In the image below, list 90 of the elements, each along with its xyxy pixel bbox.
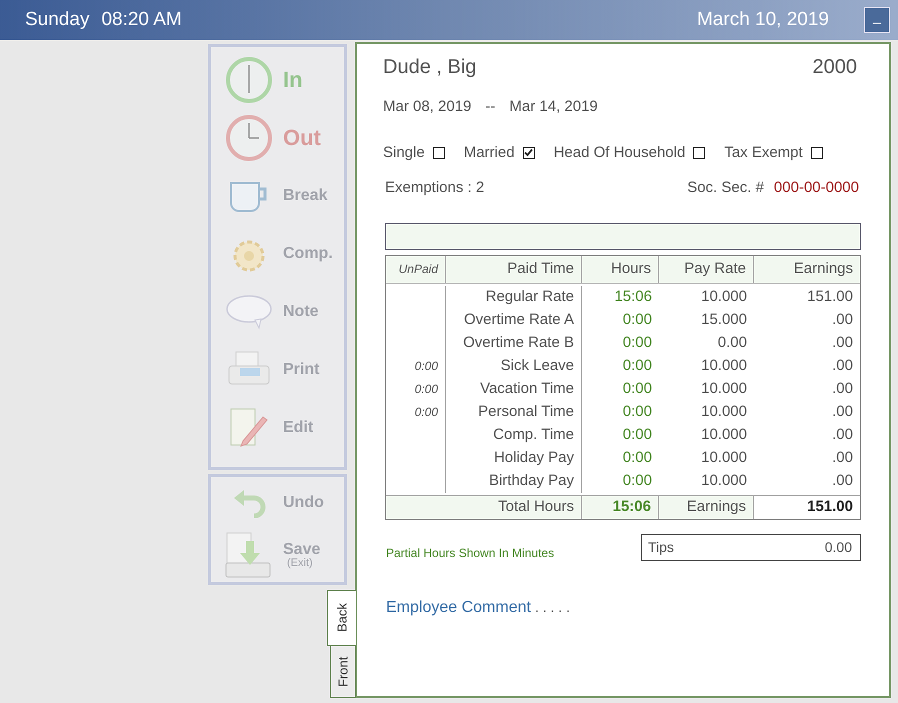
table-cell-text: .00 [832, 470, 853, 491]
clock-icon [226, 115, 272, 161]
ssn-value: 000-00-0000 [774, 178, 859, 198]
action-label: Comp. [283, 246, 333, 262]
action-label: Note [283, 304, 319, 320]
table-cell-text: 0:00 [622, 310, 652, 330]
checkbox[interactable] [810, 146, 823, 159]
column-header: Pay Rate [659, 256, 754, 282]
table-cell-text: 0:00 [622, 378, 652, 399]
undo-arrow-icon [232, 488, 266, 518]
total-hours-label: Total Hours [498, 496, 574, 517]
table-cell-text: 0:00 [622, 402, 652, 422]
table-cell-text: .00 [832, 310, 853, 330]
table-cell-text: Overtime Rate A [464, 310, 574, 330]
table-cell-text: 0.00 [718, 332, 747, 353]
tips-field[interactable]: Tips 0.00 [641, 534, 861, 560]
clock-icon [226, 57, 272, 103]
column-header: UnPaid [386, 256, 446, 282]
action-label: Undo [283, 495, 324, 512]
comment-dots: . . . . . [534, 598, 570, 616]
table-cell-text: 10.000 [701, 424, 747, 445]
employee-comment-link[interactable]: Employee Comment [386, 596, 531, 620]
table-cell-text: 0:00 [414, 358, 438, 375]
side-tab[interactable]: Front [330, 646, 356, 698]
filing-label: Married [464, 142, 515, 162]
table-cell-text: 15:06 [614, 286, 652, 307]
table-cell-text: 10.000 [701, 286, 747, 307]
table-cell-text: .00 [832, 356, 853, 376]
table-cell-text: 10.000 [701, 378, 747, 399]
action-sublabel: (Exit) [287, 558, 314, 570]
table-cell-text: 10.000 [701, 470, 747, 491]
table-cell-text: 151.00 [807, 286, 853, 307]
table-cell-text: Regular Rate [486, 286, 574, 307]
column-header: Paid Time [446, 256, 582, 282]
checkbox[interactable] [522, 146, 535, 159]
side-tab[interactable]: Back [327, 590, 356, 646]
ssn-label: Soc. Sec. # [687, 178, 764, 198]
period-end: Mar 14, 2019 [509, 97, 598, 117]
total-earnings-label: Earnings [686, 496, 746, 517]
filing-label: Head Of Household [554, 142, 686, 162]
table-cell-text: Personal Time [478, 402, 574, 422]
table-cell-text: 0:00 [622, 448, 652, 468]
table-cell-text: 10.000 [701, 448, 747, 468]
speech-bubble-icon [225, 294, 273, 330]
partial-hours-note: Partial Hours Shown In Minutes [386, 544, 554, 562]
filing-label: Tax Exempt [724, 142, 803, 162]
table-cell-text: 0:00 [622, 332, 652, 353]
table-cell-text: 10.000 [701, 356, 747, 376]
period-separator: -- [485, 97, 496, 117]
action-label: Break [283, 188, 328, 204]
filing-label: Single [383, 142, 425, 162]
tips-value: 0.00 [824, 538, 852, 556]
total-earnings-value: 151.00 [807, 496, 853, 517]
employee-number: 2000 [812, 55, 857, 80]
action-label: Save [283, 542, 320, 558]
action-label: Out [283, 127, 321, 149]
table-cell-text: 0:00 [414, 404, 438, 421]
minimize-button[interactable]: _ [864, 7, 890, 33]
table-cell-text: .00 [832, 448, 853, 468]
table-cell-text: Vacation Time [480, 378, 574, 399]
table-cell-text: 0:00 [622, 356, 652, 376]
time-text: 08:20 AM [101, 8, 182, 32]
table-cell-text: .00 [832, 332, 853, 353]
period-start: Mar 08, 2019 [383, 97, 472, 117]
exemptions-text: Exemptions : 2 [385, 178, 484, 198]
date-text: March 10, 2019 [696, 8, 829, 32]
table-cell-text: 0:00 [414, 381, 438, 398]
checkbox[interactable] [432, 146, 445, 159]
table-cell-text: Birthday Pay [488, 470, 574, 491]
employee-name: Dude , Big [383, 55, 476, 80]
table-cell-text: 0:00 [622, 470, 652, 491]
table-cell-text: .00 [832, 402, 853, 422]
column-header: Earnings [792, 258, 854, 279]
checkbox[interactable] [693, 146, 706, 159]
column-header: Hours [582, 256, 659, 282]
action-label: Print [283, 362, 320, 378]
table-cell-text: 0:00 [622, 424, 652, 445]
total-hours-value: 15:06 [612, 496, 651, 517]
table-cell-text: 15.000 [701, 310, 747, 330]
table-cell-text: Overtime Rate B [463, 332, 574, 353]
table-cell-text: Sick Leave [500, 356, 574, 376]
action-label: In [283, 69, 303, 91]
table-cell-text: .00 [832, 424, 853, 445]
table-cell-text: .00 [832, 378, 853, 399]
table-cell-text: Comp. Time [493, 424, 574, 445]
table-cell-text: 10.000 [701, 402, 747, 422]
tips-label: Tips [648, 538, 674, 557]
table-cell-text: Holiday Pay [494, 448, 574, 468]
action-label: Edit [283, 420, 314, 436]
day-text: Sunday [25, 8, 90, 32]
